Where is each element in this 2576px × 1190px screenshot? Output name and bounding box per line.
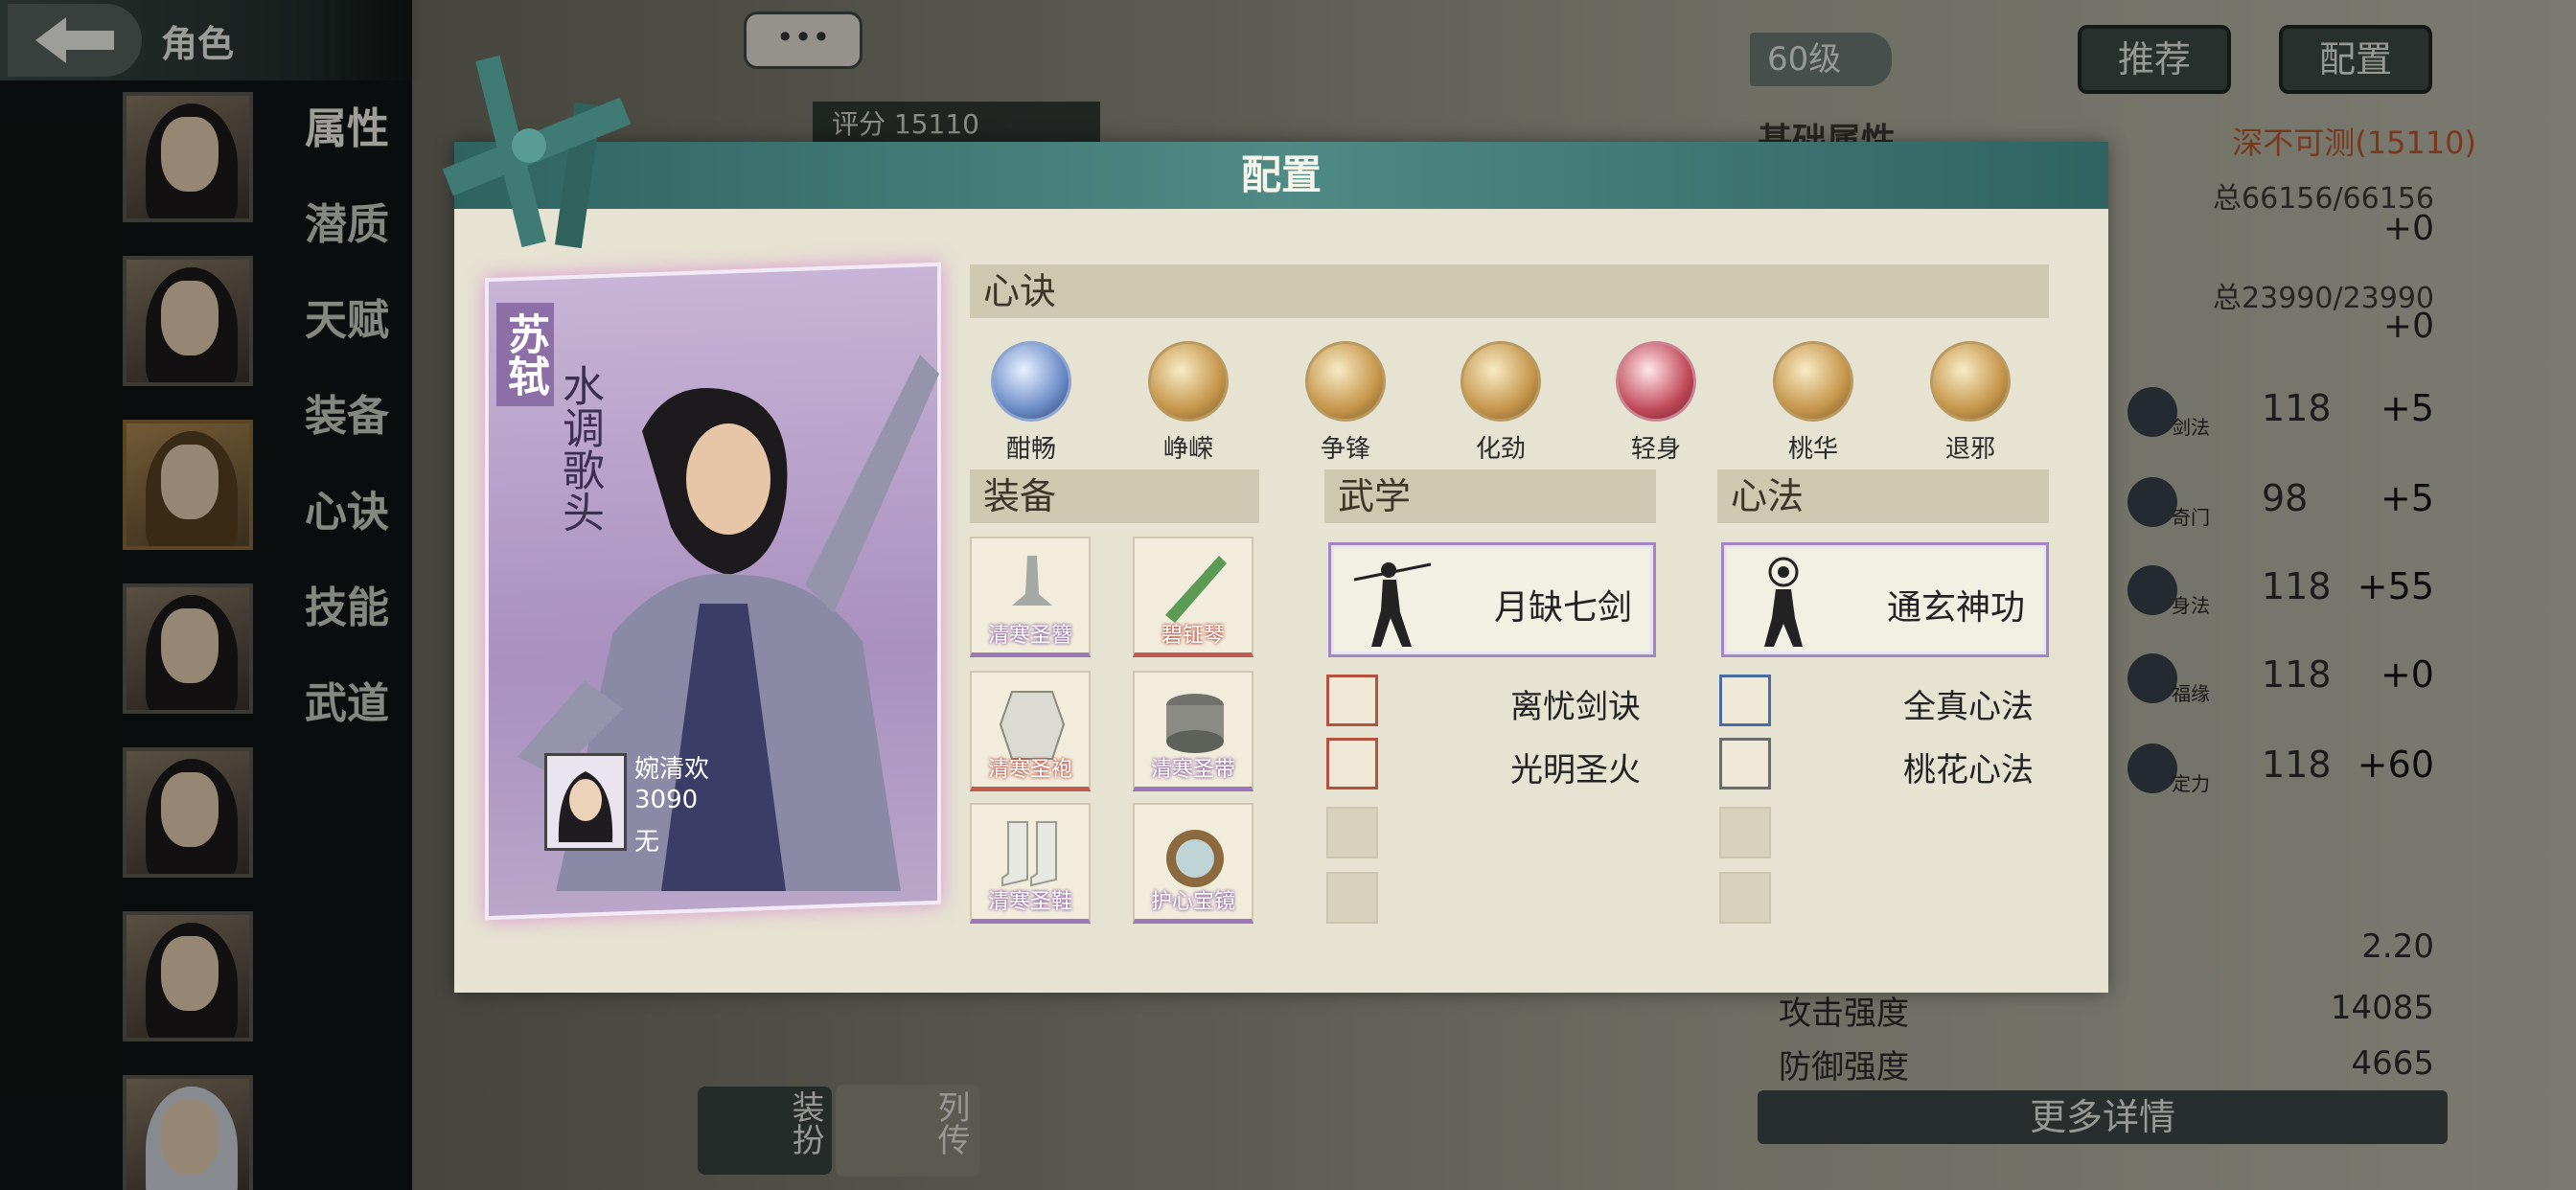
skill-name: 桃花心法 bbox=[1903, 751, 2034, 790]
skill-name: 月缺七剑 bbox=[1493, 588, 1632, 628]
xinfa-sub-skill-1[interactable]: 全真心法 bbox=[1719, 675, 2045, 728]
equip-qin[interactable]: 碧钲琴 bbox=[1133, 537, 1254, 657]
meditation-icon bbox=[1326, 738, 1378, 790]
empty-skill-slot[interactable] bbox=[1326, 872, 1378, 924]
boot-orb-icon bbox=[1616, 341, 1696, 422]
equip-belt[interactable]: 清寒圣带 bbox=[1133, 671, 1254, 791]
blade-orb-icon bbox=[1305, 341, 1386, 422]
talent-label: 峥嵘 bbox=[1162, 435, 1213, 464]
character-name: 苏轼 bbox=[496, 303, 554, 406]
xinfa-sub-skill-2[interactable]: 桃花心法 bbox=[1719, 738, 2045, 791]
talent-label: 酣畅 bbox=[1005, 435, 1056, 464]
sword-stance-icon bbox=[1326, 675, 1378, 726]
partner-avatar[interactable] bbox=[544, 753, 627, 851]
mirror-icon bbox=[1166, 830, 1224, 887]
equip-boots[interactable]: 清寒圣鞋 bbox=[970, 803, 1091, 924]
cloud-orb-icon bbox=[991, 341, 1071, 422]
partner-value: 3090 bbox=[634, 786, 699, 814]
swordsman-icon bbox=[1353, 562, 1432, 647]
section-wuxue: 武学 bbox=[1324, 469, 1656, 523]
skill-name: 离忧剑诀 bbox=[1510, 688, 1641, 726]
talent-6[interactable]: 桃华 bbox=[1769, 341, 1857, 465]
wuxue-sub-skill-1[interactable]: 离忧剑诀 bbox=[1326, 675, 1652, 728]
equip-label: 护心宝镜 bbox=[1150, 890, 1235, 914]
section-xinfa: 心法 bbox=[1717, 469, 2049, 523]
equip-robe[interactable]: 清寒圣袍 bbox=[970, 671, 1091, 791]
talent-label: 轻身 bbox=[1630, 435, 1681, 464]
section-equipment: 装备 bbox=[970, 469, 1259, 523]
talent-2[interactable]: 峥嵘 bbox=[1144, 341, 1232, 465]
talent-7[interactable]: 退邪 bbox=[1926, 341, 2014, 465]
empty-skill-slot[interactable] bbox=[1719, 872, 1771, 924]
talent-label: 桃华 bbox=[1787, 435, 1838, 464]
equip-label: 清寒圣带 bbox=[1150, 758, 1235, 782]
section-xinjue: 心诀 bbox=[970, 264, 2049, 318]
modal-title: 配置 bbox=[454, 142, 2108, 209]
skill-name: 通玄神功 bbox=[1886, 588, 2025, 628]
belt-icon bbox=[1166, 694, 1224, 753]
partner-name: 婉清欢 bbox=[634, 755, 710, 784]
equip-label: 清寒圣簪 bbox=[987, 624, 1072, 648]
dragon-orb-icon bbox=[1148, 341, 1229, 422]
boots-icon bbox=[1001, 821, 1057, 887]
empty-skill-slot[interactable] bbox=[1326, 807, 1378, 858]
equip-label: 清寒圣鞋 bbox=[987, 890, 1072, 914]
empty-skill-slot[interactable] bbox=[1719, 807, 1771, 858]
talent-3[interactable]: 争锋 bbox=[1301, 341, 1390, 465]
qin-icon bbox=[1165, 556, 1227, 623]
equip-hairpin[interactable]: 清寒圣簪 bbox=[970, 537, 1091, 657]
crossed-swords-icon bbox=[442, 55, 632, 249]
skill-name: 光明圣火 bbox=[1510, 751, 1641, 790]
robe-icon bbox=[999, 691, 1066, 760]
wuxue-sub-skill-2[interactable]: 光明圣火 bbox=[1326, 738, 1652, 791]
talent-label: 退邪 bbox=[1944, 435, 1995, 464]
skill-name: 全真心法 bbox=[1903, 688, 2034, 726]
talent-5[interactable]: 轻身 bbox=[1612, 341, 1700, 465]
strike-orb-icon bbox=[1460, 341, 1541, 422]
character-title: 水调歌头 bbox=[555, 364, 604, 533]
taoist-icon bbox=[1719, 675, 1771, 726]
equip-label: 清寒圣袍 bbox=[987, 758, 1072, 782]
partner-status: 无 bbox=[634, 828, 660, 857]
equip-mirror[interactable]: 护心宝镜 bbox=[1133, 803, 1254, 924]
xinfa-main-skill[interactable]: 通玄神功 bbox=[1721, 542, 2049, 657]
partner-portrait-icon bbox=[558, 771, 613, 842]
talent-label: 争锋 bbox=[1320, 435, 1370, 464]
lotus-meditation-icon bbox=[1719, 738, 1771, 790]
talent-label: 化劲 bbox=[1475, 435, 1526, 464]
wuxue-main-skill[interactable]: 月缺七剑 bbox=[1328, 542, 1656, 657]
blossom-orb-icon bbox=[1773, 341, 1853, 422]
ward-orb-icon bbox=[1930, 341, 2011, 422]
hairpin-icon bbox=[1012, 556, 1052, 606]
talent-4[interactable]: 化劲 bbox=[1457, 341, 1545, 465]
talent-1[interactable]: 酣畅 bbox=[987, 341, 1075, 465]
equip-label: 碧钲琴 bbox=[1161, 624, 1225, 648]
monk-icon bbox=[1764, 557, 1803, 647]
